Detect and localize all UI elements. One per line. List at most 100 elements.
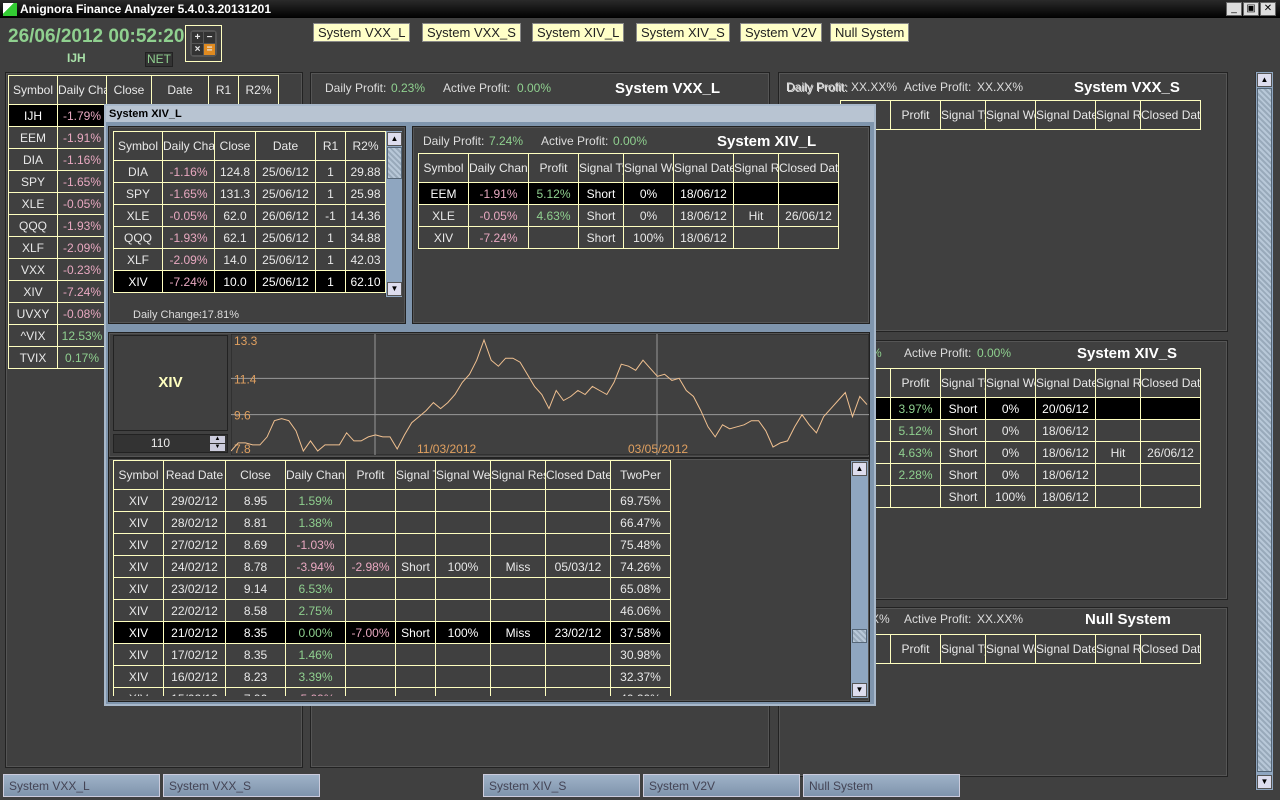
- system-button[interactable]: System XIV_L: [532, 23, 625, 42]
- column-header[interactable]: Daily Change: [162, 131, 215, 161]
- column-header[interactable]: Signal Result: [490, 460, 546, 490]
- calculator-button[interactable]: + − × =: [185, 25, 222, 62]
- column-header[interactable]: Read Date: [163, 460, 226, 490]
- table-row[interactable]: XIV 27/02/12 8.69 -1.03% 75.48%: [113, 533, 671, 556]
- column-header[interactable]: Signal Date: [673, 153, 734, 183]
- table-row[interactable]: .2.28%Short0%18/06/12: [840, 463, 1201, 486]
- column-header[interactable]: Close: [214, 131, 256, 161]
- column-header[interactable]: Signal Date: [1035, 634, 1096, 664]
- table-row[interactable]: EEM -1.91% 5.12% Short 0% 18/06/12: [418, 182, 839, 205]
- system-button[interactable]: Null System: [830, 23, 910, 42]
- maximize-button[interactable]: ▣: [1243, 2, 1259, 16]
- spin-up-icon[interactable]: ▲: [210, 436, 225, 443]
- table-row[interactable]: .Short100%18/06/12: [840, 485, 1201, 508]
- table-row[interactable]: .5.12%Short0%18/06/12: [840, 419, 1201, 442]
- column-header[interactable]: Symbol: [418, 153, 469, 183]
- column-header[interactable]: Signal Result: [1095, 368, 1141, 398]
- column-header[interactable]: Signal Weight: [435, 460, 491, 490]
- table-row[interactable]: XLE -0.05% 4.63% Short 0% 18/06/12 Hit 26/06/12: [418, 204, 839, 227]
- column-header[interactable]: Daily Change: [57, 75, 107, 105]
- column-header[interactable]: R1: [315, 131, 346, 161]
- column-header[interactable]: Symbol: [113, 460, 164, 490]
- table-row[interactable]: .3.97%Short0%20/06/12: [840, 397, 1201, 420]
- scroll-thumb[interactable]: [387, 147, 402, 179]
- table-row[interactable]: XIV 17/02/12 8.35 1.46% 30.98%: [113, 643, 671, 666]
- column-header[interactable]: Close: [106, 75, 152, 105]
- column-header[interactable]: R2%: [345, 131, 386, 161]
- system-button[interactable]: System VXX_L: [313, 23, 411, 42]
- table-row[interactable]: QQQ -1.93% 62.1 25/06/12 1 34.88: [113, 226, 386, 249]
- column-header[interactable]: Signal Result: [1095, 634, 1141, 664]
- scroll-down-icon[interactable]: ▼: [387, 282, 402, 296]
- column-header[interactable]: Profit: [890, 368, 941, 398]
- column-header[interactable]: Date: [151, 75, 209, 105]
- table-row[interactable]: SPY -1.65% 131.3 25/06/12 1 25.98: [113, 182, 386, 205]
- minimized-window-tab[interactable]: System V2V: [643, 774, 800, 797]
- scroll-up-icon[interactable]: ▲: [852, 462, 867, 476]
- table-row[interactable]: XIV 29/02/12 8.95 1.59% 69.75%: [113, 489, 671, 512]
- minimized-window-tab[interactable]: Null System: [803, 774, 960, 797]
- column-header[interactable]: Signal Weight: [985, 634, 1036, 664]
- column-header[interactable]: Profit: [890, 634, 941, 664]
- column-header[interactable]: Daily Change: [285, 460, 346, 490]
- net-badge[interactable]: NET: [145, 52, 173, 67]
- scroll-up-icon[interactable]: ▲: [387, 132, 402, 146]
- column-header[interactable]: Signal Type: [578, 153, 624, 183]
- column-header[interactable]: R2%: [238, 75, 279, 105]
- table-row[interactable]: XIV 16/02/12 8.23 3.39% 32.37%: [113, 665, 671, 688]
- column-header[interactable]: Closed Date: [1140, 634, 1201, 664]
- table-row[interactable]: DIA -1.16% 124.8 25/06/12 1 29.88: [113, 160, 386, 183]
- period-spinner[interactable]: 110 ▲ ▼: [113, 434, 228, 453]
- column-header[interactable]: Date: [255, 131, 316, 161]
- column-header[interactable]: Symbol: [113, 131, 163, 161]
- table-row[interactable]: XIV15/02/127.96-5.09% 40.20%: [113, 687, 671, 696]
- scroll-thumb[interactable]: [852, 629, 867, 643]
- minimized-window-tab[interactable]: System VXX_S: [163, 774, 320, 797]
- history-scrollbar[interactable]: ▲ ▼: [850, 461, 868, 698]
- scroll-down-icon[interactable]: ▼: [852, 683, 867, 697]
- table-row[interactable]: XIV 28/02/12 8.81 1.38% 66.47%: [113, 511, 671, 534]
- column-header[interactable]: Profit: [890, 100, 941, 130]
- column-header[interactable]: Signal Weight: [985, 100, 1036, 130]
- column-header[interactable]: R1: [208, 75, 239, 105]
- system-button[interactable]: System V2V: [740, 23, 822, 42]
- column-header[interactable]: Signal Type: [395, 460, 436, 490]
- column-header[interactable]: TwoPer: [610, 460, 671, 490]
- table-row[interactable]: XIV -7.24% 10.0 25/06/12 1 62.10: [113, 270, 386, 293]
- system-button[interactable]: System XIV_S: [636, 23, 730, 42]
- column-header[interactable]: Signal Date: [1035, 100, 1096, 130]
- column-header[interactable]: Signal Type: [940, 634, 986, 664]
- column-header[interactable]: Signal Weight: [985, 368, 1036, 398]
- column-header[interactable]: Signal Weight: [623, 153, 674, 183]
- table-row[interactable]: XLF -2.09% 14.0 25/06/12 1 42.03: [113, 248, 386, 271]
- spin-down-icon[interactable]: ▼: [210, 444, 225, 451]
- system-button[interactable]: System VXX_S: [422, 23, 521, 42]
- table-row[interactable]: XIV 22/02/12 8.58 2.75% 46.06%: [113, 599, 671, 622]
- main-scrollbar[interactable]: ▲ ▼: [1255, 72, 1273, 790]
- column-header[interactable]: Closed Date: [1140, 368, 1201, 398]
- column-header[interactable]: Signal Date: [1035, 368, 1096, 398]
- column-header[interactable]: Profit: [528, 153, 579, 183]
- column-header[interactable]: Closed Date: [778, 153, 839, 183]
- column-header[interactable]: Symbol: [8, 75, 58, 105]
- scroll-up-icon[interactable]: ▲: [1257, 73, 1272, 87]
- column-header[interactable]: Closed Date: [545, 460, 611, 490]
- scroll-thumb[interactable]: [1257, 88, 1272, 772]
- column-header[interactable]: Daily Change: [468, 153, 529, 183]
- table-row[interactable]: XIV 23/02/12 9.14 6.53% 65.08%: [113, 577, 671, 600]
- table-row[interactable]: XIV 24/02/12 8.78 -3.94% -2.98% Short 100% Miss…: [113, 555, 671, 578]
- symbols-scrollbar[interactable]: ▲ ▼: [385, 131, 402, 297]
- close-button[interactable]: ✕: [1260, 2, 1276, 16]
- table-row[interactable]: XIV 21/02/12 8.35 0.00% -7.00% Short 100% Miss 2…: [113, 621, 671, 644]
- table-row[interactable]: XIV -7.24% Short 100% 18/06/12: [418, 226, 839, 249]
- column-header[interactable]: Signal Result: [1095, 100, 1141, 130]
- window-title[interactable]: System XIV_L: [106, 106, 874, 122]
- scroll-down-icon[interactable]: ▼: [1257, 775, 1272, 789]
- column-header[interactable]: Closed Date: [1140, 100, 1201, 130]
- minimize-button[interactable]: _: [1226, 2, 1242, 16]
- minimized-window-tab[interactable]: System XIV_S: [483, 774, 640, 797]
- column-header[interactable]: Profit: [345, 460, 396, 490]
- period-value[interactable]: 110: [151, 436, 170, 450]
- table-row[interactable]: .4.63%Short0%18/06/12Hit26/06/12: [840, 441, 1201, 464]
- column-header[interactable]: Signal Type: [940, 368, 986, 398]
